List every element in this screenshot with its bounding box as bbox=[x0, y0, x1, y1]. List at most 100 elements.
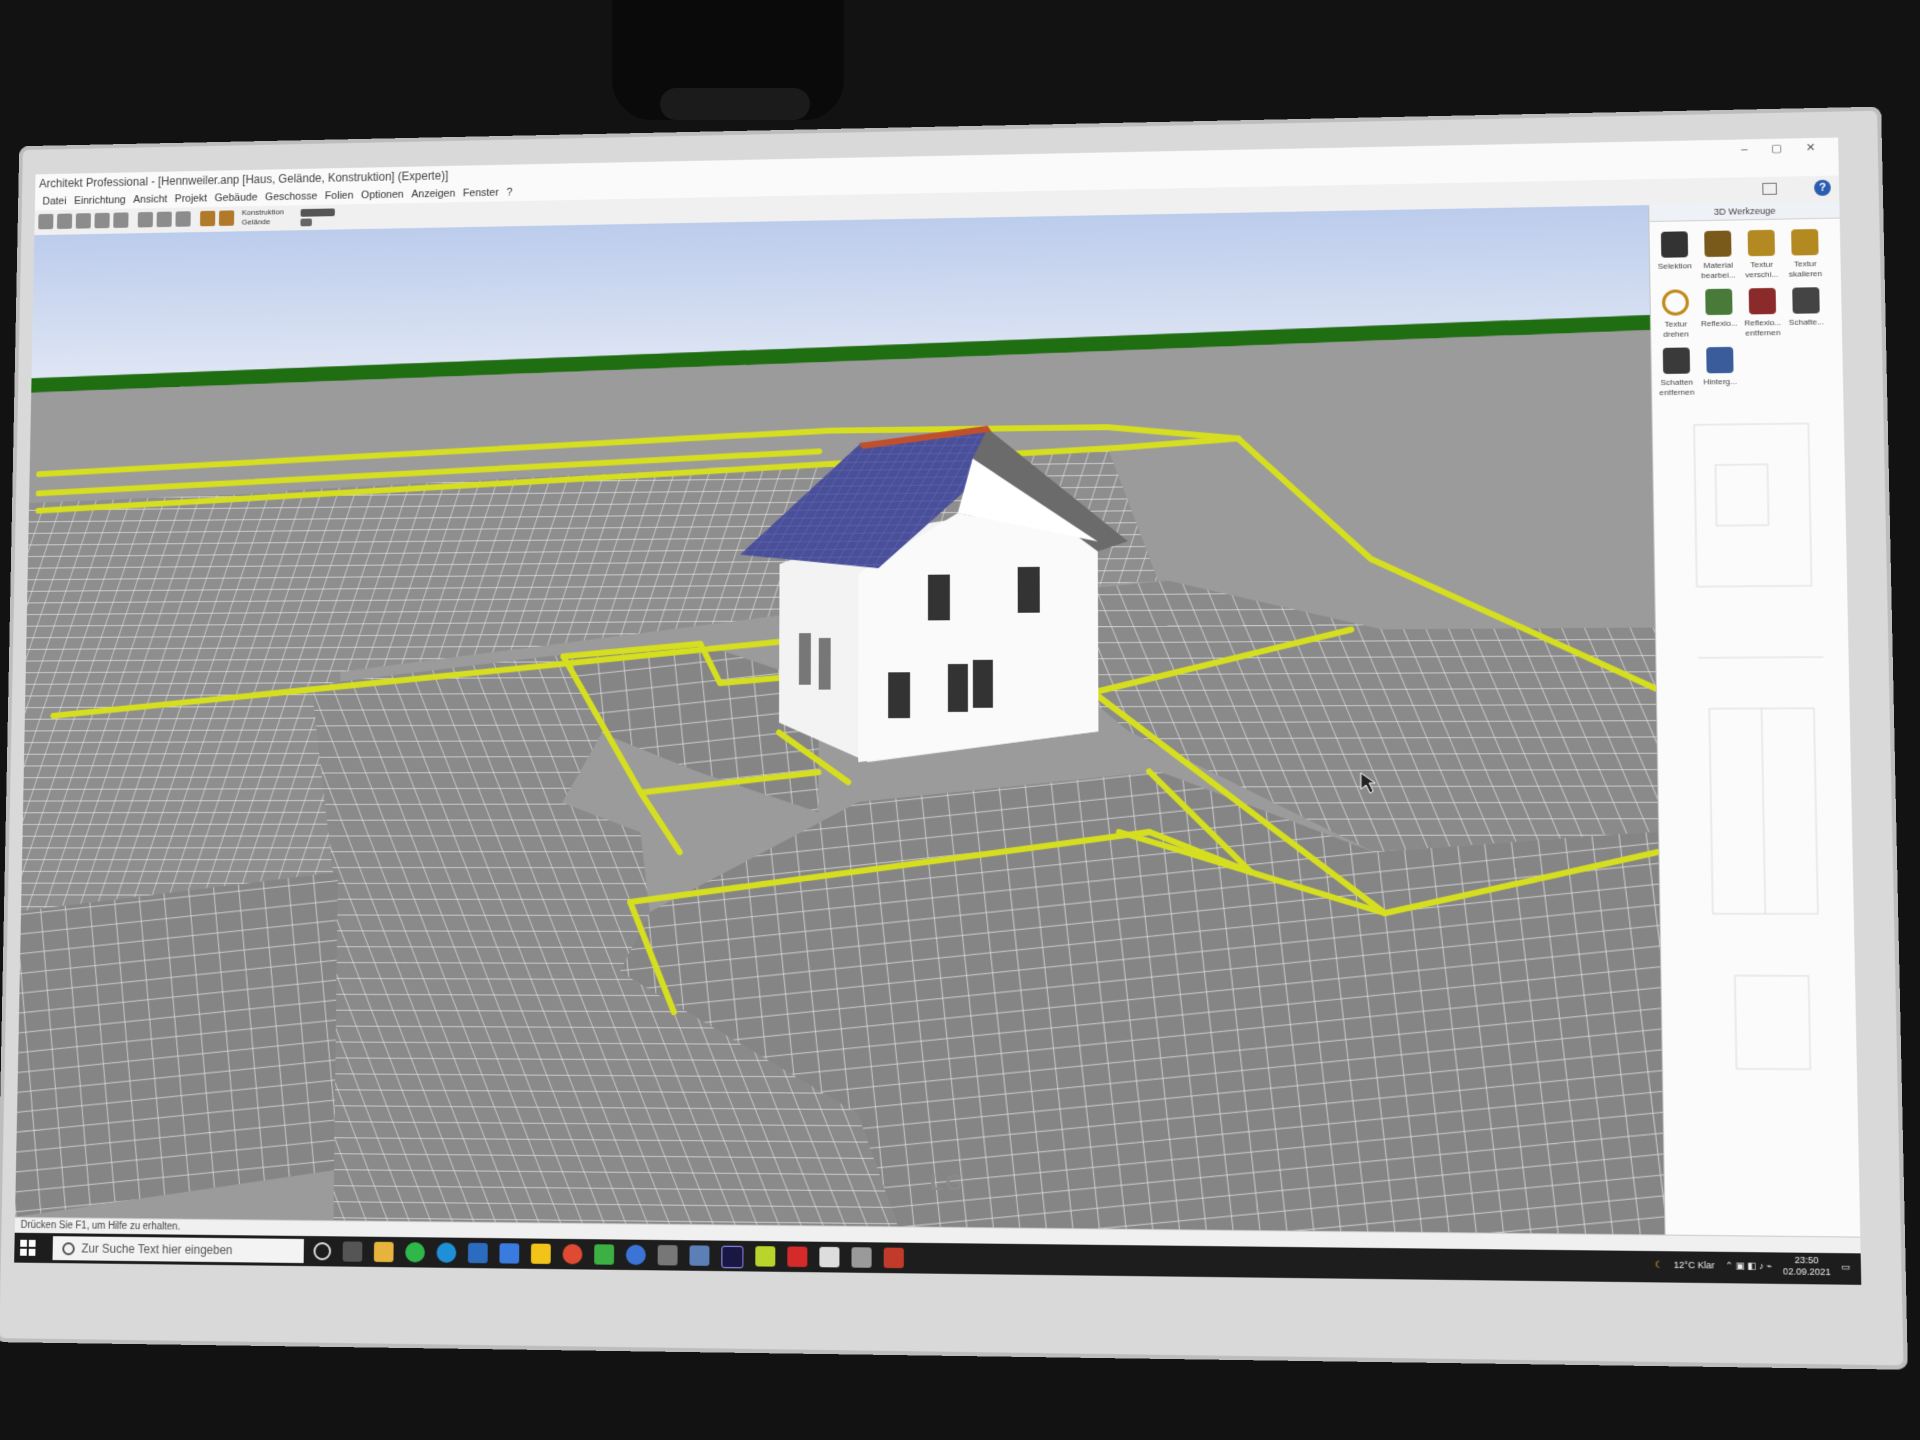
tool-label: Hinterg... bbox=[1703, 376, 1738, 387]
tool-label: Textur drehen bbox=[1663, 319, 1689, 339]
menu-item[interactable]: Projekt bbox=[175, 190, 208, 208]
clock[interactable]: 23:50 02.09.2021 bbox=[1783, 1255, 1831, 1279]
pin-icon[interactable] bbox=[1762, 182, 1777, 195]
shadow-icon bbox=[1792, 287, 1820, 314]
menu-item[interactable]: Anzeigen bbox=[411, 185, 455, 203]
menu-item[interactable]: Gebäude bbox=[215, 189, 258, 207]
architekt-icon[interactable] bbox=[657, 1245, 678, 1266]
system-tray: ☾ 12°C Klar ⌃ ▣ ◧ ♪ ⌁ 23:50 02.09.2021 ▭ bbox=[1655, 1253, 1851, 1278]
shield-icon[interactable] bbox=[625, 1244, 646, 1266]
chrome-icon[interactable] bbox=[562, 1243, 583, 1265]
tool-label: Reflexio... bbox=[1700, 318, 1738, 329]
app-red-icon[interactable] bbox=[883, 1247, 904, 1269]
tool-button[interactable]: Schatte... bbox=[1787, 287, 1825, 338]
menu-item[interactable]: Ansicht bbox=[133, 191, 167, 209]
status-help-text: Drücken Sie F1, um Hilfe zu erhalten. bbox=[20, 1219, 181, 1233]
search-icon bbox=[62, 1242, 75, 1256]
tool-button[interactable]: Textur skalieren bbox=[1786, 228, 1824, 280]
edge-icon[interactable] bbox=[436, 1242, 457, 1263]
new-file-icon[interactable] bbox=[38, 213, 54, 230]
render-icon[interactable] bbox=[156, 211, 172, 228]
tray-icons[interactable]: ⌃ ▣ ◧ ♪ ⌁ bbox=[1725, 1260, 1772, 1272]
tool-label: Schatten entfernen bbox=[1659, 377, 1695, 398]
undo-icon[interactable] bbox=[137, 211, 154, 228]
screen: Architekt Professional - [Hennweiler.anp… bbox=[14, 137, 1862, 1285]
task-view-icon[interactable] bbox=[342, 1241, 363, 1262]
tool-label: Textur skalieren bbox=[1788, 259, 1823, 279]
layer-dropdown[interactable]: Konstruktion Gelände bbox=[242, 208, 284, 228]
tools-icon[interactable] bbox=[218, 210, 235, 226]
menu-item[interactable]: ? bbox=[506, 184, 512, 201]
texture-rotate-icon bbox=[1661, 289, 1690, 316]
architekt-active-icon[interactable] bbox=[851, 1247, 872, 1268]
background-icon bbox=[1706, 346, 1734, 374]
acrobat-icon[interactable] bbox=[787, 1246, 808, 1268]
menu-item[interactable]: Datei bbox=[42, 193, 66, 211]
weather-text[interactable]: 12°C Klar bbox=[1674, 1260, 1715, 1271]
clock-date: 02.09.2021 bbox=[1782, 1266, 1831, 1278]
texture-move-icon bbox=[1747, 229, 1776, 257]
export-icon[interactable] bbox=[94, 212, 110, 229]
print-icon[interactable] bbox=[56, 213, 73, 230]
help-icon[interactable]: ? bbox=[1814, 179, 1831, 196]
tool-button[interactable]: Selektion bbox=[1656, 231, 1694, 282]
house-window bbox=[1017, 567, 1040, 613]
layer-dropdown-value-1: Konstruktion bbox=[241, 207, 285, 217]
monitor-logo: LG bbox=[930, 1170, 965, 1195]
taskbar-search-box[interactable]: Zur Suche Text hier eingeben bbox=[52, 1236, 304, 1264]
sync-icon[interactable] bbox=[594, 1244, 615, 1265]
house-window bbox=[972, 659, 993, 708]
menu-item[interactable]: Einrichtung bbox=[74, 192, 126, 210]
tool-button[interactable]: Material bearbei... bbox=[1699, 230, 1737, 281]
tool-button[interactable]: Textur drehen bbox=[1657, 289, 1695, 340]
transfer-icon[interactable] bbox=[113, 212, 129, 228]
weather-icon: ☾ bbox=[1654, 1258, 1664, 1270]
calendar-icon[interactable] bbox=[499, 1243, 520, 1264]
tool-button[interactable]: Hinterg... bbox=[1701, 346, 1739, 398]
menu-item[interactable]: Folien bbox=[325, 187, 354, 205]
search-placeholder: Zur Suche Text hier eingeben bbox=[81, 1241, 233, 1258]
notification-icon[interactable]: ▭ bbox=[1841, 1261, 1850, 1273]
cortana-icon[interactable] bbox=[313, 1242, 332, 1261]
measure-icon[interactable] bbox=[199, 210, 216, 227]
clock-time: 23:50 bbox=[1794, 1254, 1819, 1266]
start-button[interactable] bbox=[20, 1239, 36, 1256]
terrain-left-front bbox=[15, 871, 338, 1221]
mail-icon[interactable] bbox=[467, 1242, 488, 1264]
document-icon[interactable] bbox=[819, 1246, 840, 1268]
tool-button[interactable]: Textur verschi... bbox=[1742, 229, 1780, 281]
soap-app-icon[interactable] bbox=[755, 1246, 776, 1267]
reflection-remove-icon bbox=[1748, 287, 1777, 315]
tool-button[interactable]: Schatten entfernen bbox=[1658, 347, 1696, 398]
3d-viewport[interactable] bbox=[15, 205, 1665, 1235]
shadow-remove-icon bbox=[1662, 347, 1691, 374]
window-controls[interactable]: – ▢ ✕ bbox=[1741, 138, 1826, 160]
tool-label: Material bearbei... bbox=[1701, 260, 1736, 281]
house-window bbox=[947, 664, 969, 712]
tool-label: Schatte... bbox=[1788, 317, 1825, 327]
menu-item[interactable]: Optionen bbox=[361, 186, 404, 204]
tool-label: Selektion bbox=[1657, 261, 1692, 271]
texture-scale-icon bbox=[1791, 228, 1819, 256]
tool-label: Reflexio... entfernen bbox=[1744, 317, 1782, 338]
menu-item[interactable]: Fenster bbox=[463, 184, 499, 202]
print-preview-icon[interactable] bbox=[75, 213, 91, 229]
pan-icon[interactable] bbox=[175, 211, 191, 227]
tool-button[interactable]: Reflexio... entfernen bbox=[1743, 287, 1782, 339]
terrain-left-field bbox=[20, 490, 343, 932]
terrain-scene bbox=[15, 205, 1665, 1235]
keep-icon[interactable] bbox=[530, 1243, 551, 1265]
cursor-icon bbox=[1660, 231, 1689, 258]
3d-tools-panel: 3D Werkzeuge Selektion Material bearbei..… bbox=[1648, 201, 1862, 1237]
dev-tool-icon[interactable] bbox=[689, 1245, 710, 1266]
settings-icon[interactable] bbox=[300, 218, 312, 227]
whatsapp-icon[interactable] bbox=[405, 1242, 425, 1263]
tool-label: Textur verschi... bbox=[1745, 259, 1779, 280]
pinned-apps bbox=[313, 1241, 904, 1269]
tool-button[interactable]: Reflexio... bbox=[1700, 288, 1738, 340]
menu-item[interactable]: Geschosse bbox=[265, 188, 317, 206]
file-explorer-icon[interactable] bbox=[373, 1241, 394, 1263]
house-window bbox=[927, 574, 950, 621]
slider-track[interactable] bbox=[300, 208, 335, 217]
premiere-pro-icon[interactable] bbox=[721, 1245, 744, 1269]
